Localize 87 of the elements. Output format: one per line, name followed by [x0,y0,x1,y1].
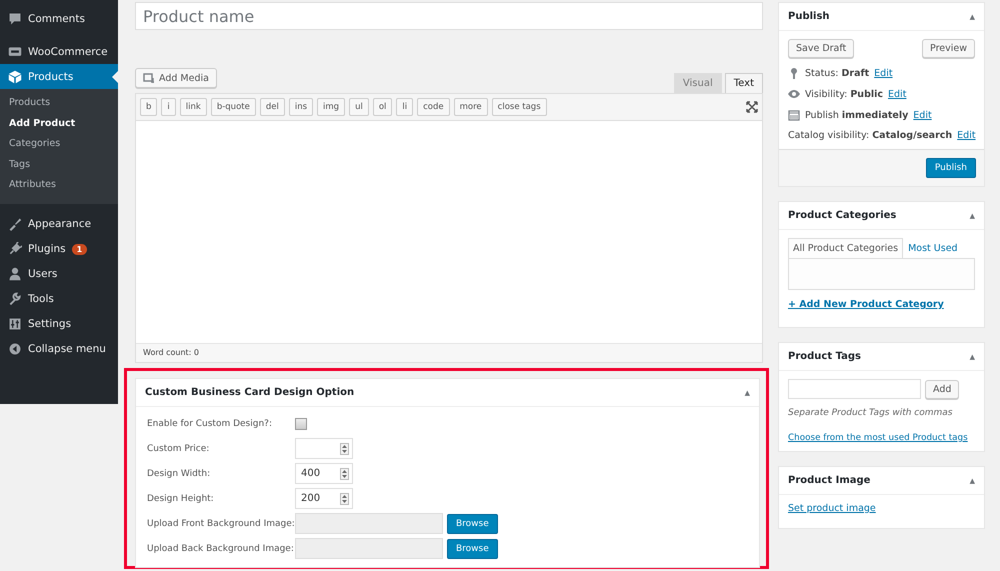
menu-icon [8,317,22,331]
calendar-icon [788,109,800,121]
edit-link[interactable]: Edit [913,110,932,120]
spinner-icon[interactable] [340,442,349,454]
number-field[interactable]: 400 [295,463,353,484]
menu-item[interactable]: WooCommerce [0,39,118,64]
set-image-link[interactable]: Set product image [788,503,975,514]
format-button[interactable]: b-quote [210,98,256,116]
most-used-tags-link[interactable]: Choose from the most used Product tags [788,433,968,443]
format-button[interactable]: ul [349,98,369,116]
file-field[interactable] [295,538,443,559]
status-text: Status: Draft [805,68,870,78]
word-count: Word count: 0 [136,343,762,362]
format-button[interactable]: i [161,98,176,116]
format-button[interactable]: del [260,98,285,116]
format-button[interactable]: li [396,98,414,116]
tag-field[interactable] [788,379,921,399]
hint-text: Separate Product Tags with commas [788,408,954,418]
format-button[interactable]: more [454,98,488,116]
menu-item[interactable]: Settings [0,312,118,336]
edit-link[interactable]: Edit [957,130,976,141]
menu-icon [8,70,22,84]
field-label: Upload Front Background Image: [147,518,295,528]
menu-icon [8,292,22,306]
add-media-button[interactable]: Add Media [135,68,217,88]
menu-icon [8,217,22,231]
box-title: Product Image [788,475,870,486]
category-tab[interactable]: All Product Categories [788,238,904,259]
status-text: Visibility: Public [805,88,884,100]
pin-icon [788,67,800,79]
field-label: Custom Price: [147,444,210,454]
submenu-item[interactable]: Tags [0,154,118,175]
menu-item[interactable]: Products [0,64,118,89]
menu-icon [8,12,22,26]
spinner-icon[interactable] [340,492,349,504]
number-field[interactable]: 200 [295,488,353,509]
status-text: Publish immediately [805,110,908,120]
field-label: Enable for Custom Design?: [147,418,273,428]
status-text: Catalog visibility: Catalog/search [788,130,952,141]
count-badge: 1 [72,244,88,254]
fullscreen-icon[interactable] [746,101,758,113]
submenu-item[interactable]: Categories [0,134,118,154]
preview-button[interactable]: Preview [922,39,975,58]
submenu-item[interactable]: Attributes [0,175,118,196]
media-icon [143,72,155,84]
publish-button[interactable]: Publish [926,158,976,178]
save-draft-button[interactable]: Save Draft [788,39,854,58]
format-button[interactable]: ins [288,98,314,116]
eye-icon [788,88,800,100]
edit-link[interactable]: Edit [874,68,893,78]
number-field[interactable] [295,438,353,459]
format-button[interactable]: b [140,98,158,116]
box-title: Publish [788,11,830,22]
submenu-item[interactable]: Products [0,93,118,114]
format-button[interactable]: img [317,98,346,116]
menu-icon [8,242,22,256]
file-field[interactable] [295,513,443,534]
editor-tab[interactable]: Text [724,73,763,93]
menu-item[interactable]: Collapse menu [0,336,118,362]
menu-item[interactable]: Appearance [0,212,118,236]
menu-item[interactable]: Tools [0,286,118,312]
format-button[interactable]: code [417,98,450,116]
checkbox[interactable] [295,418,307,430]
browse-button[interactable]: Browse [447,514,498,534]
add-category-link[interactable]: + Add New Product Category [788,299,975,310]
field-label: Design Width: [147,468,212,478]
field-label: Design Height: [147,494,215,504]
menu-item[interactable]: Users [0,262,118,286]
menu-item[interactable]: Comments [0,6,118,31]
menu-icon [8,342,22,356]
box-title: Custom Business Card Design Option [145,387,354,398]
submenu-item[interactable]: Add Product [0,114,118,134]
format-button[interactable]: link [180,98,207,116]
menu-icon [8,44,22,58]
box-title: Product Categories [788,210,896,221]
title-field[interactable]: Product name [135,2,763,30]
format-button[interactable]: close tags [492,98,547,116]
category-tab[interactable]: Most Used [903,238,963,259]
box-title: Product Tags [788,351,861,362]
menu-icon [8,267,22,281]
browse-button[interactable]: Browse [447,538,498,558]
edit-link[interactable]: Edit [888,88,906,100]
field-label: Upload Back Background Image: [147,544,295,554]
add-button[interactable]: Add [925,380,960,398]
spinner-icon[interactable] [340,468,349,480]
menu-item[interactable]: Plugins 1 [0,236,118,262]
format-button[interactable]: ol [372,98,392,116]
